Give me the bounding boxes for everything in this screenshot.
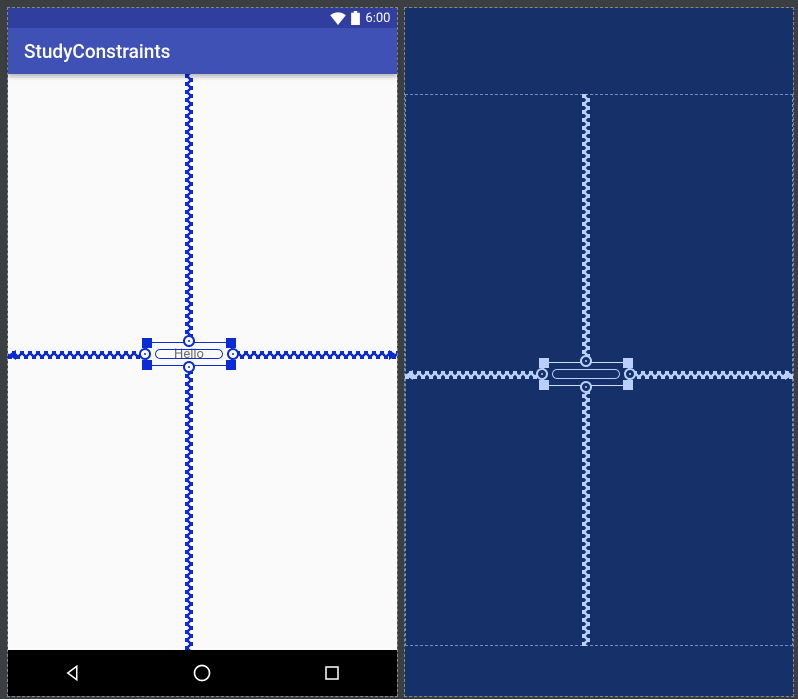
constraint-handle-right[interactable] bbox=[624, 368, 636, 380]
status-time: 6:00 bbox=[365, 11, 390, 26]
app-title: StudyConstraints bbox=[24, 40, 170, 63]
resize-handle-tl[interactable] bbox=[142, 338, 152, 348]
constraint-spring-bottom[interactable] bbox=[185, 366, 193, 650]
constraint-handle-left[interactable] bbox=[536, 368, 548, 380]
constraint-handle-top[interactable] bbox=[183, 335, 195, 347]
navigation-bar bbox=[8, 650, 397, 696]
constraint-anchor-right-icon bbox=[389, 350, 397, 360]
nav-home-icon[interactable] bbox=[191, 662, 213, 684]
constraint-handle-left[interactable] bbox=[139, 348, 151, 360]
constraint-spring-left[interactable] bbox=[8, 351, 146, 359]
textview-widget[interactable]: Hello bbox=[146, 342, 232, 366]
constraint-spring-right[interactable] bbox=[232, 351, 397, 359]
design-preview-pane[interactable]: 6:00 StudyConstraints Hello bbox=[8, 8, 397, 696]
constraint-layout-canvas[interactable]: Hello bbox=[8, 74, 397, 650]
resize-handle-br[interactable] bbox=[226, 360, 236, 370]
battery-icon bbox=[351, 11, 360, 25]
constraint-anchor-right-icon bbox=[785, 370, 793, 380]
layout-editor[interactable]: 6:00 StudyConstraints Hello bbox=[0, 0, 798, 699]
constraint-handle-top[interactable] bbox=[580, 355, 592, 367]
nav-back-icon[interactable] bbox=[62, 662, 84, 684]
wrap-content-indicator bbox=[552, 369, 620, 379]
resize-handle-br[interactable] bbox=[623, 380, 633, 390]
constraint-spring-top[interactable] bbox=[185, 74, 193, 342]
constraint-handle-bottom[interactable] bbox=[580, 381, 592, 393]
device-frame: 6:00 StudyConstraints Hello bbox=[8, 8, 397, 696]
resize-handle-bl[interactable] bbox=[142, 360, 152, 370]
resize-handle-bl[interactable] bbox=[539, 380, 549, 390]
constraint-spring-left[interactable] bbox=[405, 371, 543, 379]
status-bar: 6:00 bbox=[8, 8, 397, 28]
constraint-spring-top[interactable] bbox=[582, 94, 590, 362]
constraint-anchor-left-icon bbox=[8, 350, 16, 360]
app-bar: StudyConstraints bbox=[8, 28, 397, 74]
blueprint-pane[interactable] bbox=[405, 8, 794, 696]
constraint-anchor-left-icon bbox=[405, 370, 413, 380]
constraint-handle-right[interactable] bbox=[227, 348, 239, 360]
constraint-handle-bottom[interactable] bbox=[183, 361, 195, 373]
wifi-icon bbox=[330, 12, 346, 25]
constraint-spring-bottom[interactable] bbox=[582, 386, 590, 646]
resize-handle-tr[interactable] bbox=[226, 338, 236, 348]
resize-handle-tr[interactable] bbox=[623, 358, 633, 368]
nav-recents-icon[interactable] bbox=[321, 662, 343, 684]
textview-widget[interactable] bbox=[543, 362, 629, 386]
wrap-content-indicator bbox=[155, 349, 223, 359]
resize-handle-tl[interactable] bbox=[539, 358, 549, 368]
constraint-spring-right[interactable] bbox=[629, 371, 794, 379]
